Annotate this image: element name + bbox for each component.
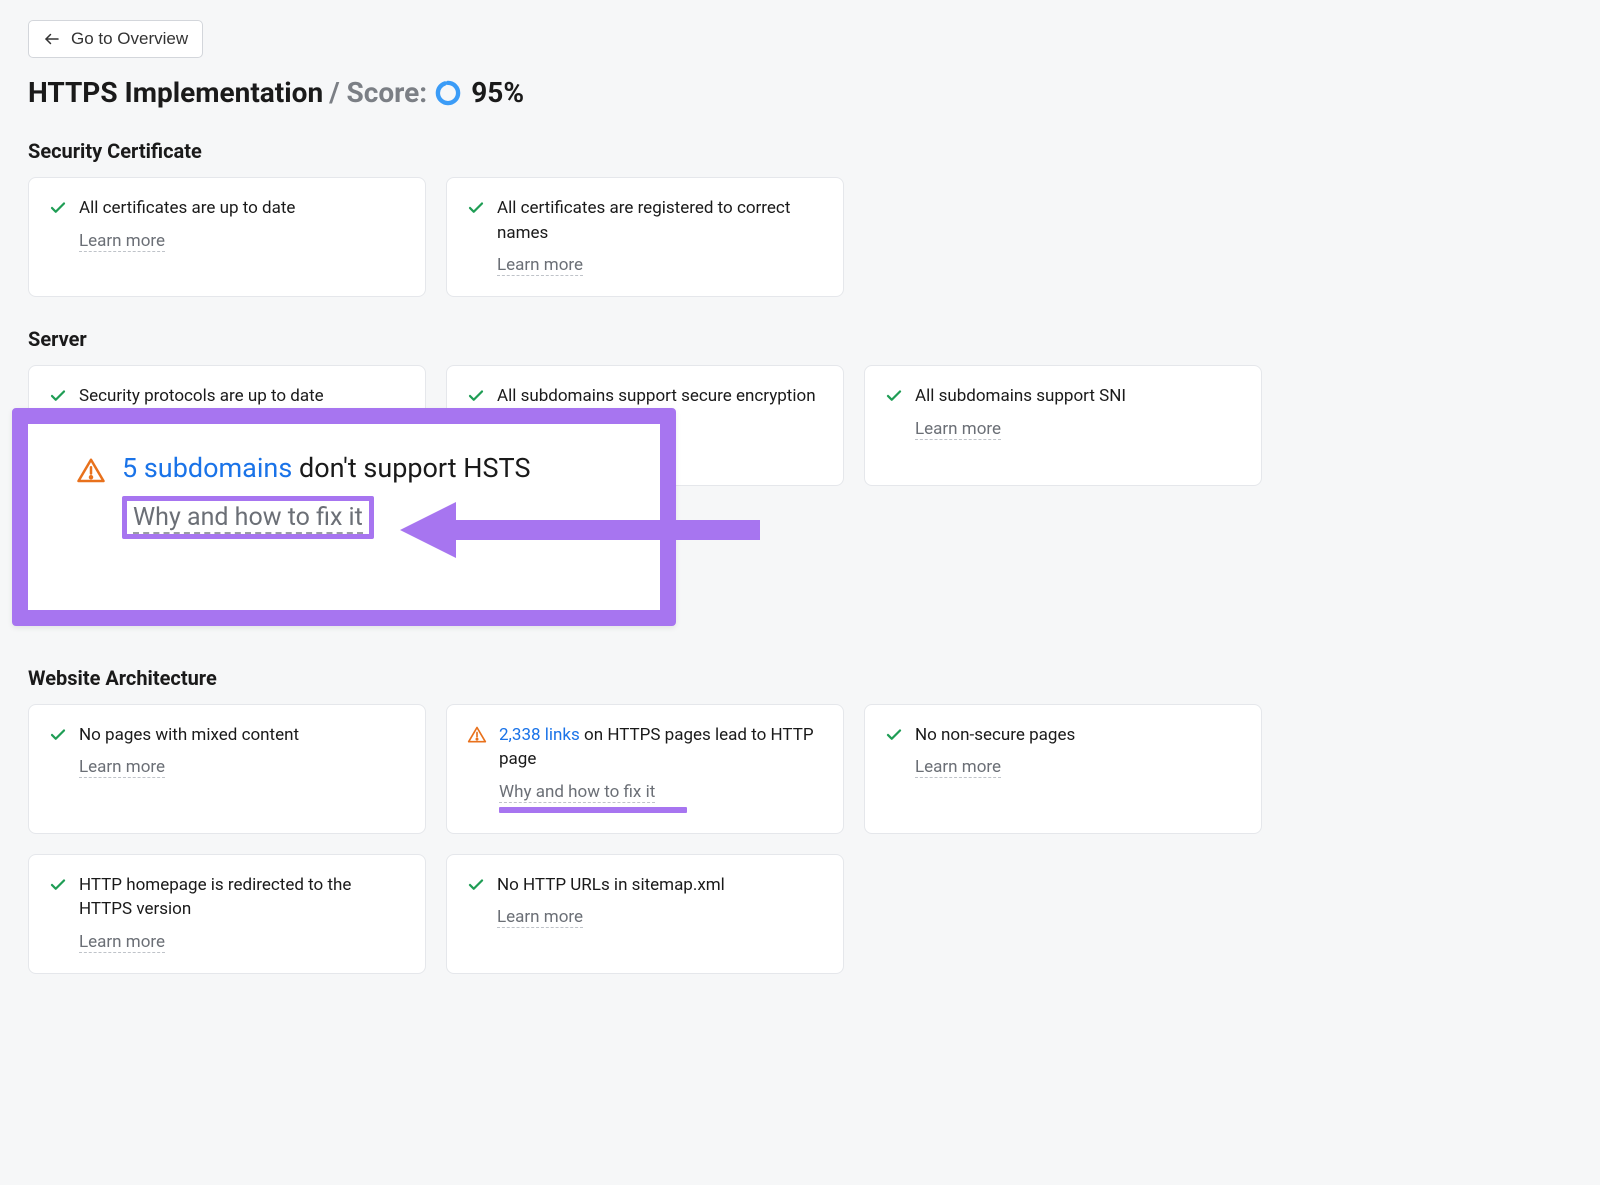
score-value: 95% [471,76,524,109]
card-http-links: 2,338 links on HTTPS pages lead to HTTP … [446,704,844,834]
title-sep: / [329,76,346,109]
highlight-underline [499,807,687,813]
learn-more-link[interactable]: Learn more [79,757,165,778]
card-text: No pages with mixed content [79,723,405,748]
check-icon [467,876,485,894]
score-label: Score: [347,76,428,109]
check-icon [49,876,67,894]
warning-icon [467,725,487,745]
go-to-overview-button[interactable]: Go to Overview [28,20,203,58]
card-no-non-secure: No non-secure pages Learn more [864,704,1262,834]
section-title-security-certificate: Security Certificate [28,139,1262,163]
check-icon [885,726,903,744]
learn-more-link[interactable]: Learn more [915,419,1001,440]
callout-text-after: don't support HSTS [292,452,530,484]
learn-more-link[interactable]: Learn more [915,757,1001,778]
check-icon [467,387,485,405]
learn-more-link[interactable]: Learn more [497,255,583,276]
card-sitemap: No HTTP URLs in sitemap.xml Learn more [446,854,844,974]
callout-fix-highlight: Why and how to fix it [122,496,374,539]
learn-more-link[interactable]: Learn more [79,231,165,252]
callout-link-count[interactable]: 5 subdomains [122,452,292,484]
warning-icon [76,456,106,486]
page-title: HTTPS Implementation / Score: 95% [28,76,1262,109]
arrow-left-icon [43,30,61,48]
check-icon [885,387,903,405]
why-how-fix-link[interactable]: Why and how to fix it [499,782,655,803]
check-icon [467,199,485,217]
card-no-mixed-content: No pages with mixed content Learn more [28,704,426,834]
callout-hsts: 5 subdomains don't support HSTS Why and … [12,408,676,626]
section-title-server: Server [28,327,1262,351]
callout-title: 5 subdomains don't support HSTS [122,452,530,486]
card-text: No HTTP URLs in sitemap.xml [497,873,823,898]
card-text: All certificates are registered to corre… [497,196,823,245]
go-to-overview-label: Go to Overview [71,29,188,49]
check-icon [49,726,67,744]
card-cert-up-to-date: All certificates are up to date Learn mo… [28,177,426,297]
card-cert-correct-names: All certificates are registered to corre… [446,177,844,297]
callout-fix-link[interactable]: Why and how to fix it [133,503,363,534]
card-text: HTTP homepage is redirected to the HTTPS… [79,873,405,922]
card-text: All subdomains support SNI [915,384,1241,409]
card-text: 2,338 links on HTTPS pages lead to HTTP … [499,723,823,772]
score-ring-icon [435,80,461,106]
card-http-redirect: HTTP homepage is redirected to the HTTPS… [28,854,426,974]
check-icon [49,199,67,217]
check-icon [49,387,67,405]
card-sni: All subdomains support SNI Learn more [864,365,1262,485]
card-text: All certificates are up to date [79,196,405,221]
learn-more-link[interactable]: Learn more [497,907,583,928]
learn-more-link[interactable]: Learn more [79,932,165,953]
link-count[interactable]: 2,338 links [499,725,580,745]
card-text: No non-secure pages [915,723,1241,748]
title-main: HTTPS Implementation [28,76,323,109]
section-title-website-architecture: Website Architecture [28,666,1262,690]
card-text: Security protocols are up to date [79,384,405,409]
